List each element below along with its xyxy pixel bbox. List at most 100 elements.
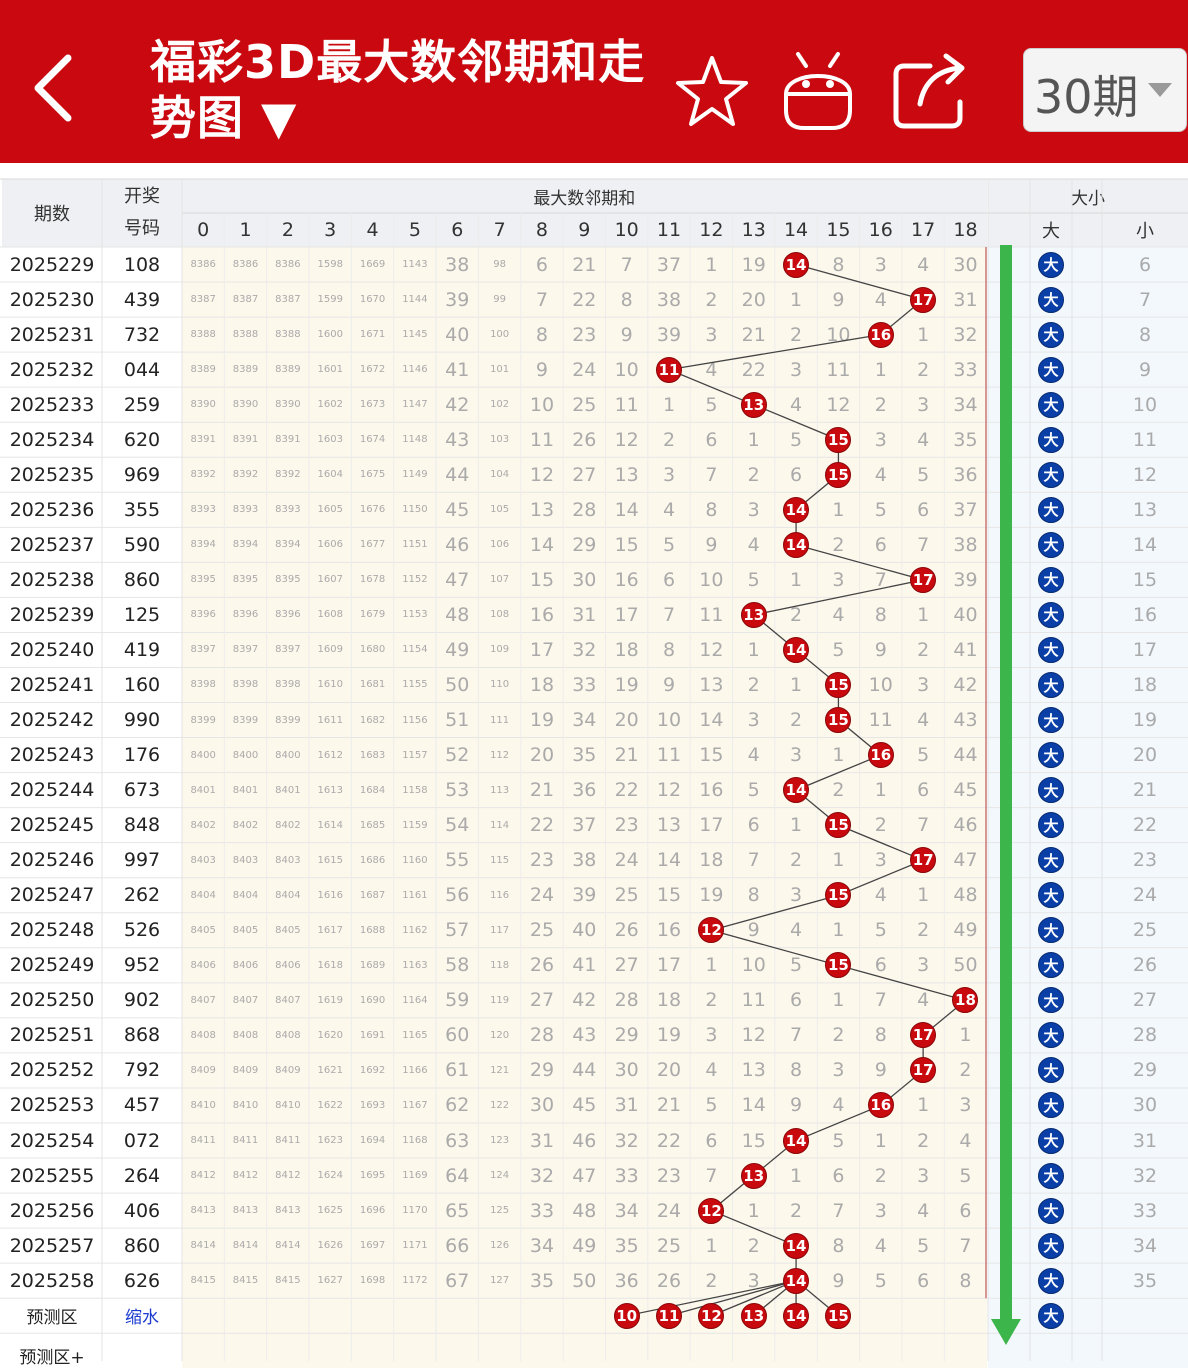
sum-cell: 8407 (275, 994, 301, 1006)
sum-cell: 102 (490, 399, 510, 411)
sum-cell: 8396 (275, 609, 301, 621)
sum-cell: 8415 (190, 1275, 216, 1287)
small-count-cell: 35 (1132, 1269, 1158, 1292)
big-ball: 大 (1038, 531, 1064, 558)
sum-cell: 36 (572, 779, 597, 802)
sum-cell: 10 (614, 358, 639, 381)
sum-cell: 2 (747, 463, 760, 486)
sum-cell: 1679 (359, 609, 386, 621)
period-select[interactable]: 30期 (1023, 48, 1187, 132)
sum-cell: 8402 (232, 819, 259, 831)
sum-col-header: 1 (224, 213, 267, 247)
sum-col-header: 14 (774, 213, 818, 247)
predict-link[interactable]: 缩水 (102, 1298, 182, 1333)
sum-cell: 47 (445, 568, 470, 591)
sum-cell: 1622 (317, 1099, 343, 1111)
sum-cell: 1162 (402, 924, 428, 936)
predict-ball[interactable]: 15 (825, 1302, 852, 1329)
table-row-draw: 406 (123, 1199, 161, 1222)
predict-ball[interactable]: 12 (698, 1302, 725, 1329)
sum-cell: 4 (917, 1199, 930, 1222)
sum-cell: 14 (614, 498, 639, 521)
sum-cell: 1690 (359, 994, 386, 1006)
table-row-draw: 848 (123, 814, 161, 837)
sum-cell: 8405 (190, 924, 216, 936)
group-header-sum: 最大数邻期和 (182, 179, 987, 213)
sum-cell: 40 (572, 919, 597, 942)
sum-cell: 8 (832, 1234, 845, 1257)
table-row-period: 2025237 (9, 533, 95, 556)
sum-cell: 42 (445, 393, 470, 416)
small-count-cell: 6 (1138, 253, 1152, 276)
sum-col-header: 13 (732, 213, 775, 247)
sum-cell: 98 (493, 259, 506, 271)
sum-cell: 19 (741, 253, 766, 276)
sum-cell: 67 (445, 1269, 470, 1292)
sum-cell: 7 (662, 603, 676, 626)
sum-col-header: 17 (901, 213, 945, 247)
star-icon[interactable] (672, 48, 752, 132)
sum-cell: 103 (490, 434, 510, 446)
big-ball: 大 (1038, 1232, 1064, 1259)
sum-col-header: 18 (944, 213, 987, 247)
sum-cell: 52 (445, 744, 470, 767)
sum-cell: 30 (529, 1094, 555, 1117)
small-count-cell: 31 (1132, 1129, 1158, 1152)
sum-cell: 41 (445, 358, 470, 381)
page-title[interactable]: 福彩3D最大数邻期和走势图 ▼ (150, 34, 650, 146)
sum-cell: 13 (741, 1059, 766, 1082)
sum-cell: 30 (572, 568, 597, 591)
table-row-period: 2025252 (9, 1059, 95, 1082)
sum-cell: 15 (656, 884, 682, 907)
sum-cell: 8413 (275, 1205, 301, 1217)
sum-cell: 9 (874, 1059, 887, 1082)
sum-cell: 1150 (402, 504, 428, 516)
predict-big-ball[interactable]: 大 (1038, 1302, 1064, 1329)
sum-cell: 1 (790, 673, 803, 696)
sum-cell: 2 (790, 1199, 803, 1222)
sum-cell: 36 (953, 463, 978, 486)
sum-cell: 6 (790, 989, 803, 1012)
big-ball: 大 (1038, 1197, 1064, 1224)
sum-cell: 1698 (359, 1275, 386, 1287)
sum-cell: 1157 (402, 749, 428, 761)
sum-cell: 8395 (275, 574, 301, 586)
sum-cell: 1605 (317, 504, 343, 516)
sum-cell: 8 (620, 288, 633, 311)
sum-cell: 1692 (359, 1064, 386, 1076)
sum-cell: 1626 (317, 1240, 343, 1252)
sum-cell: 17 (529, 638, 555, 661)
predict-ball[interactable]: 14 (783, 1302, 810, 1329)
predict-ball[interactable]: 10 (613, 1302, 640, 1329)
sum-cell: 6 (705, 1129, 718, 1152)
sum-cell: 1684 (359, 784, 386, 796)
hit-ball: 17 (910, 286, 937, 313)
sum-cell: 1146 (402, 364, 428, 376)
sum-cell: 8 (662, 638, 676, 661)
sum-cell: 114 (490, 819, 510, 831)
sum-cell: 13 (699, 673, 724, 696)
sum-cell: 1158 (402, 784, 428, 796)
sum-cell: 1 (917, 603, 930, 626)
share-icon[interactable] (890, 48, 970, 132)
sum-cell: 1149 (402, 469, 428, 481)
chevron-left-icon[interactable] (30, 52, 78, 124)
sum-cell: 2 (747, 673, 760, 696)
table-row-draw: 072 (123, 1129, 161, 1152)
sum-cell: 51 (445, 709, 470, 732)
sum-cell: 3 (705, 1024, 718, 1047)
sum-cell: 8394 (190, 539, 216, 551)
sum-cell: 1151 (402, 539, 428, 551)
sum-cell: 7 (917, 814, 930, 837)
sum-cell: 8390 (232, 399, 259, 411)
predict-ball[interactable]: 11 (656, 1302, 683, 1329)
sum-cell: 8395 (190, 574, 216, 586)
sum-cell: 9 (620, 323, 633, 346)
sum-cell: 8397 (275, 644, 301, 656)
android-robot-icon[interactable] (778, 48, 858, 132)
table-row-period: 2025242 (9, 709, 95, 732)
sum-cell: 8393 (232, 504, 259, 516)
predict-ball[interactable]: 13 (740, 1302, 767, 1329)
sum-cell: 1143 (402, 259, 428, 271)
sum-cell: 4 (662, 498, 676, 521)
